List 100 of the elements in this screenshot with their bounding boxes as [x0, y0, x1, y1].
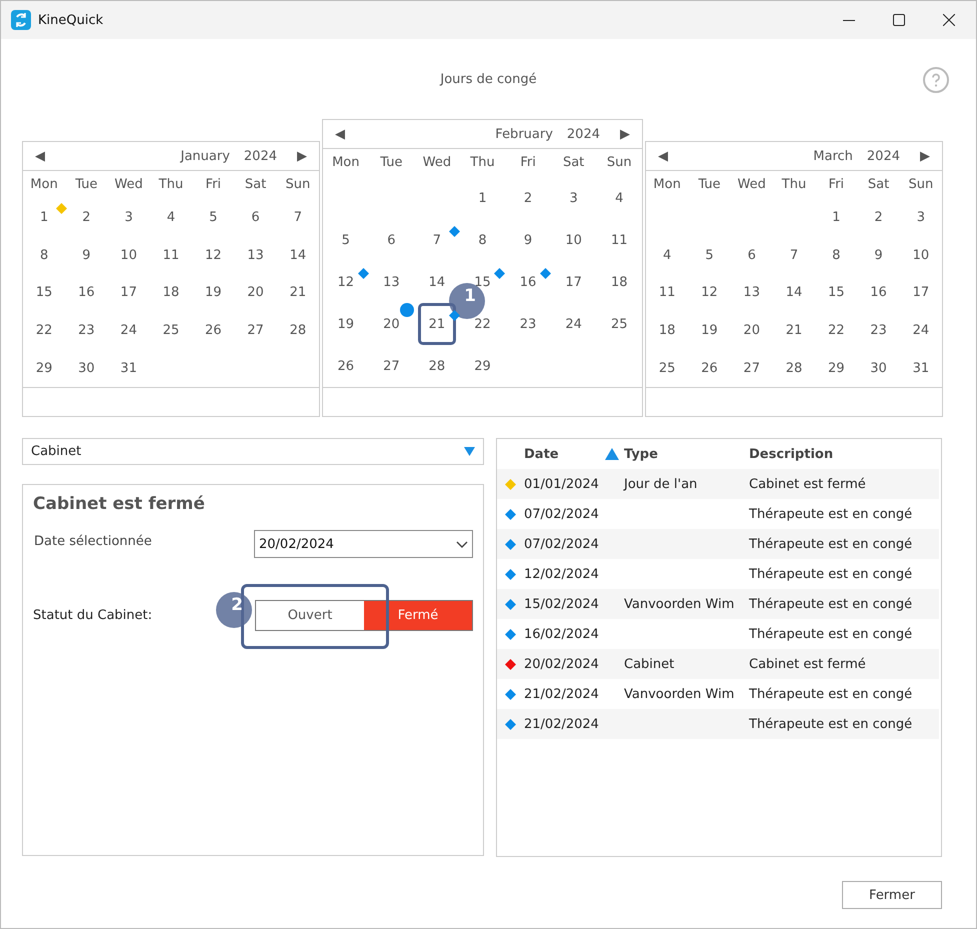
next-month-button[interactable]: ▶ [297, 148, 307, 164]
column-header[interactable]: Type [624, 446, 658, 462]
calendar-day[interactable]: 13 [246, 248, 265, 263]
calendar-day[interactable]: 16 [869, 285, 888, 300]
calendar-day[interactable]: 5 [340, 232, 351, 248]
calendar-day[interactable]: 2 [522, 190, 534, 206]
calendar-day[interactable]: 21 [428, 316, 446, 332]
calendar-day[interactable]: 2 [81, 210, 92, 226]
calendar-day[interactable]: 11 [658, 285, 676, 300]
calendar-day[interactable]: 28 [784, 360, 804, 376]
calendar-day[interactable]: 28 [428, 358, 446, 374]
maximize-icon[interactable] [893, 14, 905, 26]
filter-dropdown[interactable]: Cabinet [22, 438, 484, 465]
calendar-day[interactable]: 24 [564, 316, 583, 332]
calendar-day[interactable]: 16 [518, 274, 538, 290]
calendar-day[interactable]: 21 [784, 323, 804, 338]
table-row[interactable]: 07/02/2024 Thérapeute est en congé [497, 499, 939, 529]
calendar-day[interactable]: 23 [77, 323, 96, 338]
calendar-day[interactable]: 1 [831, 210, 842, 226]
calendar-day[interactable]: 1 [477, 190, 488, 206]
calendar-day[interactable]: 4 [662, 248, 672, 263]
calendar-day[interactable]: 6 [746, 248, 757, 263]
calendar-day[interactable]: 15 [827, 285, 846, 300]
calendar-day[interactable]: 6 [250, 210, 261, 226]
table-row[interactable]: 21/02/2024 Vanvoorden Wim Thérapeute est en congé [497, 679, 939, 709]
calendar-day[interactable]: 24 [119, 323, 138, 338]
calendar-day[interactable]: 29 [473, 358, 492, 374]
calendar-day[interactable]: 25 [610, 316, 628, 332]
calendar-day[interactable]: 23 [518, 316, 538, 332]
calendar-day[interactable]: 26 [700, 360, 719, 376]
calendar-day[interactable]: 25 [658, 360, 676, 376]
calendar-day[interactable]: 8 [831, 248, 842, 263]
table-row[interactable]: 16/02/2024 Thérapeute est en congé [497, 619, 939, 649]
calendar-day[interactable]: 1 [39, 210, 50, 226]
calendar-day[interactable]: 18 [658, 323, 676, 338]
calendar-day[interactable]: 8 [39, 248, 50, 263]
calendar-day[interactable]: 7 [788, 248, 800, 263]
table-row[interactable]: 15/02/2024 Vanvoorden Wim Thérapeute est en congé [497, 589, 939, 619]
table-row[interactable]: 21/02/2024 Thérapeute est en congé [497, 709, 939, 739]
calendar-day[interactable]: 28 [288, 323, 308, 338]
previous-month-button[interactable]: ◀ [35, 148, 45, 164]
calendar-day[interactable]: 13 [382, 274, 401, 290]
next-month-button[interactable]: ▶ [620, 126, 630, 142]
close-icon[interactable] [943, 14, 955, 26]
calendar-day[interactable]: 14 [784, 285, 804, 300]
previous-month-button[interactable]: ◀ [658, 148, 668, 164]
calendar-day[interactable]: 17 [119, 285, 138, 300]
calendar-day[interactable]: 30 [869, 360, 888, 376]
calendar-day[interactable]: 19 [336, 316, 356, 332]
calendar-day[interactable]: 26 [204, 323, 223, 338]
calendar-day[interactable]: 26 [336, 358, 356, 374]
calendar-day[interactable]: 10 [564, 232, 583, 248]
calendar-day[interactable]: 15 [34, 285, 54, 300]
calendar-day[interactable]: 22 [473, 316, 492, 332]
calendar-day[interactable]: 3 [124, 210, 134, 226]
date-picker-field[interactable]: 20/02/2024 [254, 530, 473, 558]
calendar-day[interactable]: 9 [873, 248, 884, 263]
calendar-day[interactable]: 29 [827, 360, 846, 376]
calendar-day[interactable]: 20 [742, 323, 761, 338]
calendar-day[interactable]: 19 [204, 285, 223, 300]
calendar-day[interactable]: 11 [610, 232, 628, 248]
calendar-day[interactable]: 4 [614, 190, 624, 206]
column-header[interactable]: Date [524, 446, 559, 462]
calendar-day[interactable]: 3 [568, 190, 579, 206]
calendar-day[interactable]: 23 [869, 323, 888, 338]
calendar-day[interactable]: 27 [246, 323, 265, 338]
calendar-day[interactable]: 9 [522, 232, 534, 248]
calendar-day[interactable]: 5 [208, 210, 218, 226]
calendar-day[interactable]: 7 [432, 232, 442, 248]
column-header[interactable]: Description [749, 446, 834, 462]
calendar-day[interactable]: 11 [162, 248, 180, 263]
calendar-day[interactable]: 30 [77, 360, 96, 376]
table-row[interactable]: 20/02/2024 Cabinet Cabinet est fermé [497, 649, 939, 679]
calendar-day[interactable]: 22 [34, 323, 54, 338]
calendar-day[interactable]: 22 [827, 323, 846, 338]
calendar-day[interactable]: 14 [288, 248, 308, 263]
calendar-day[interactable]: 17 [912, 285, 930, 300]
close-dialog-button[interactable]: Fermer [842, 881, 942, 909]
calendar-day[interactable]: 4 [166, 210, 176, 226]
previous-month-button[interactable]: ◀ [335, 126, 345, 142]
calendar-day[interactable]: 10 [119, 248, 138, 263]
calendar-day[interactable]: 20 [246, 285, 265, 300]
calendar-day[interactable]: 18 [162, 285, 180, 300]
next-month-button[interactable]: ▶ [920, 148, 930, 164]
calendar-day[interactable]: 6 [386, 232, 396, 248]
calendar-day[interactable]: 9 [81, 248, 92, 263]
table-row[interactable]: 01/01/2024 Jour de l'an Cabinet est fermé [497, 469, 939, 499]
calendar-day[interactable]: 19 [700, 323, 719, 338]
status-option[interactable]: Fermé [364, 601, 472, 630]
calendar-day[interactable]: 31 [912, 360, 930, 376]
calendar-day[interactable]: 17 [564, 274, 583, 290]
calendar-day[interactable]: 25 [162, 323, 180, 338]
calendar-day[interactable]: 5 [704, 248, 715, 263]
table-row[interactable]: 07/02/2024 Thérapeute est en congé [497, 529, 939, 559]
calendar-day[interactable]: 27 [382, 358, 401, 374]
calendar-day[interactable]: 16 [77, 285, 96, 300]
calendar-day[interactable]: 27 [742, 360, 761, 376]
calendar-day[interactable]: 31 [119, 360, 138, 376]
calendar-day[interactable]: 12 [700, 285, 719, 300]
calendar-day[interactable]: 14 [428, 274, 446, 290]
